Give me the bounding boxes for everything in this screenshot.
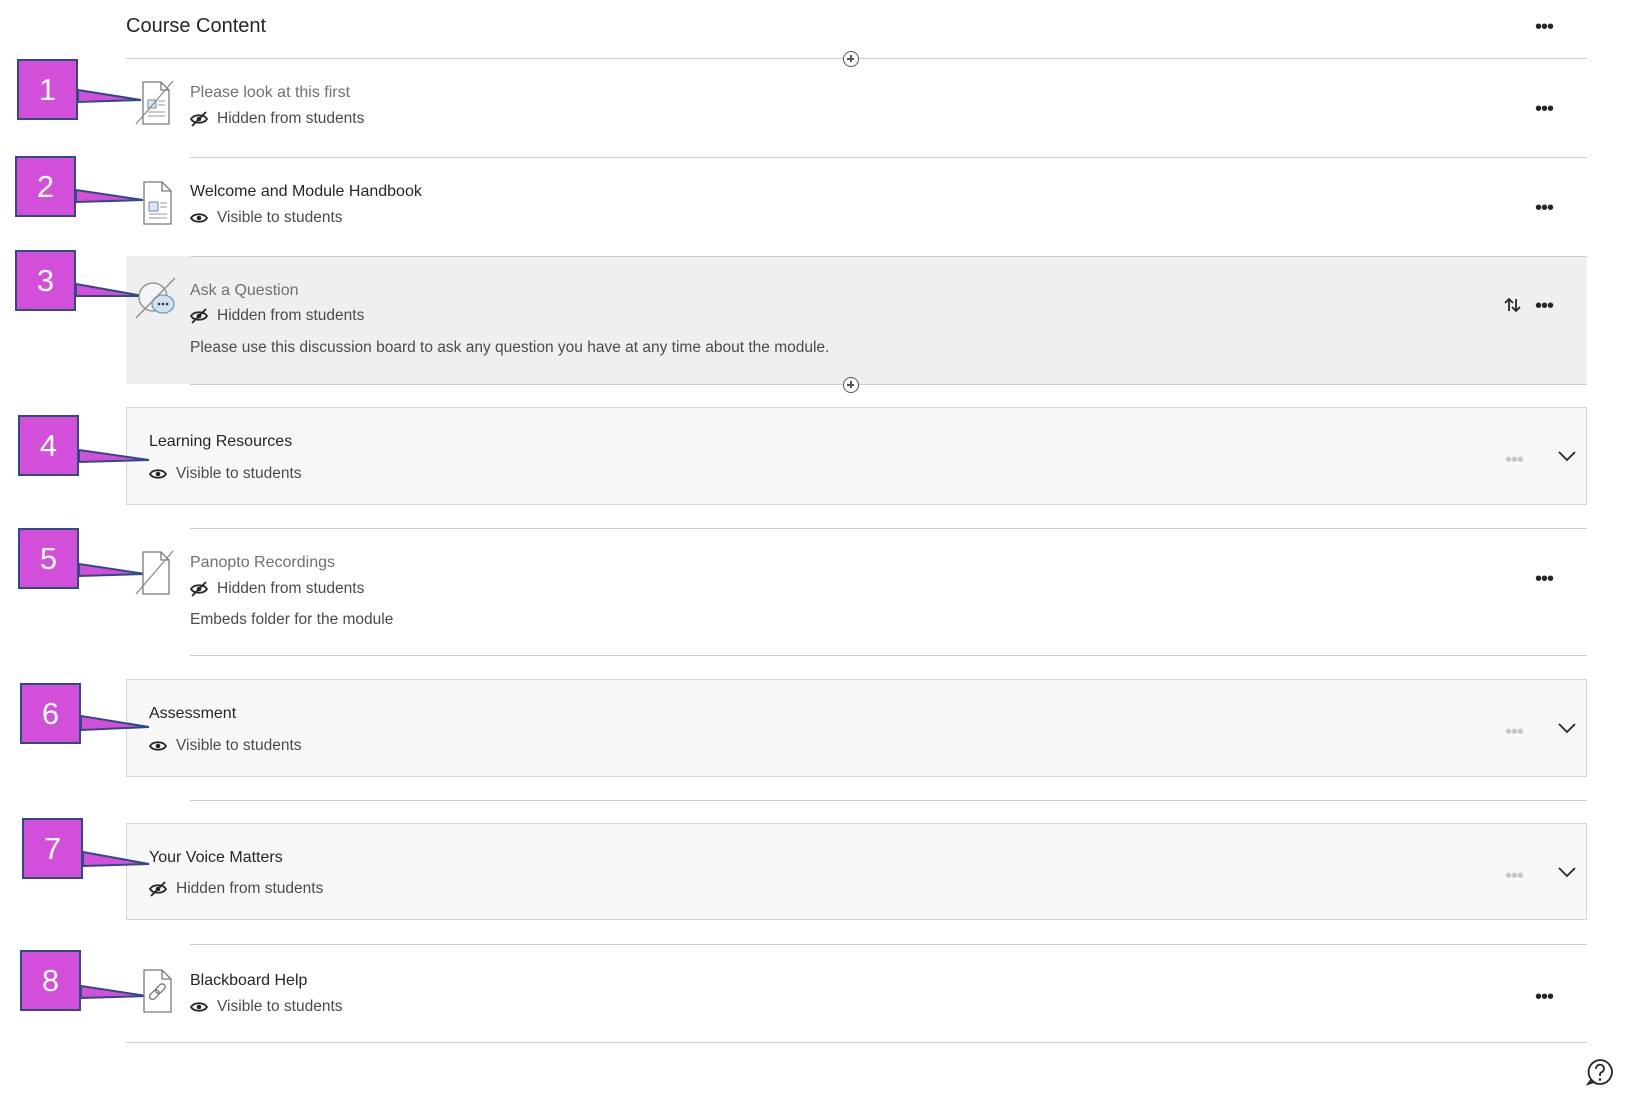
link-document-icon — [143, 969, 172, 1013]
callout-number: 8 — [41, 962, 60, 998]
divider — [190, 256, 1587, 257]
item-title[interactable]: Assessment — [149, 705, 236, 723]
callout-number: 4 — [39, 427, 58, 463]
callout-pointer — [81, 714, 150, 732]
hidden-blank-document-icon — [135, 550, 174, 595]
callout-number: 1 — [38, 71, 57, 107]
item-more-menu-icon[interactable]: ••• — [1535, 987, 1554, 1007]
callout-2: 2 — [15, 156, 76, 217]
item-description: Embeds folder for the module — [190, 611, 394, 628]
eye-icon — [190, 213, 208, 223]
add-content-icon[interactable] — [843, 377, 859, 393]
eye-icon — [190, 1002, 208, 1012]
status-label: Visible to students — [176, 465, 302, 482]
visibility-status[interactable]: Hidden from students — [149, 880, 323, 898]
divider — [126, 1042, 1587, 1043]
callout-6: 6 — [20, 683, 81, 744]
eye-hidden-icon — [149, 881, 167, 897]
page-title: Course Content — [126, 15, 267, 37]
callout-pointer — [76, 188, 144, 204]
folder-assessment[interactable] — [126, 679, 1587, 777]
visibility-status[interactable]: Visible to students — [149, 465, 302, 483]
item-title[interactable]: Ask a Question — [190, 282, 299, 300]
divider — [190, 384, 1587, 385]
callout-1: 1 — [17, 59, 78, 120]
callout-pointer — [79, 448, 150, 464]
callout-number: 7 — [43, 830, 62, 866]
eye-icon — [149, 469, 167, 479]
callout-number: 5 — [39, 540, 58, 576]
item-title[interactable]: Welcome and Module Handbook — [190, 183, 422, 201]
status-label: Hidden from students — [217, 307, 365, 324]
reorder-icon[interactable] — [1504, 296, 1522, 314]
divider — [190, 655, 1587, 656]
visibility-status[interactable]: Hidden from students — [190, 307, 364, 325]
item-title[interactable]: Your Voice Matters — [149, 849, 283, 867]
status-label: Hidden from students — [217, 110, 365, 127]
item-more-menu-icon[interactable]: ••• — [1535, 569, 1554, 589]
eye-hidden-icon — [190, 308, 208, 324]
item-more-menu-icon[interactable]: ••• — [1535, 99, 1554, 119]
visibility-status[interactable]: Visible to students — [190, 209, 343, 227]
add-content-icon[interactable] — [843, 51, 859, 67]
divider — [190, 800, 1587, 801]
item-description: Please use this discussion board to ask … — [190, 339, 830, 356]
chevron-down-icon[interactable] — [1557, 449, 1577, 463]
course-content-more-menu-icon[interactable]: ••• — [1535, 17, 1554, 37]
callout-number: 6 — [41, 695, 60, 731]
chevron-down-icon[interactable] — [1557, 721, 1577, 735]
callout-number: 2 — [36, 168, 55, 204]
callout-5: 5 — [18, 528, 79, 589]
divider — [190, 528, 1587, 529]
folder-more-menu-icon[interactable]: ••• — [1505, 866, 1524, 886]
hidden-discussion-icon — [135, 277, 176, 319]
document-icon — [143, 181, 172, 225]
item-more-menu-icon[interactable]: ••• — [1535, 296, 1554, 316]
status-label: Hidden from students — [176, 880, 324, 897]
divider — [190, 157, 1587, 158]
callout-7: 7 — [22, 818, 83, 879]
callout-number: 3 — [36, 262, 55, 298]
item-title[interactable]: Please look at this first — [190, 84, 350, 102]
hidden-document-icon — [135, 80, 174, 125]
status-label: Hidden from students — [217, 580, 365, 597]
callout-4: 4 — [18, 415, 79, 476]
divider — [190, 944, 1587, 945]
folder-more-menu-icon[interactable]: ••• — [1505, 722, 1524, 742]
status-label: Visible to students — [176, 737, 302, 754]
help-icon[interactable] — [1586, 1058, 1614, 1086]
callout-8: 8 — [20, 950, 81, 1011]
folder-learning-resources[interactable] — [126, 407, 1587, 505]
callout-pointer — [78, 88, 142, 104]
visibility-status[interactable]: Visible to students — [149, 737, 302, 755]
eye-icon — [149, 741, 167, 751]
item-title[interactable]: Blackboard Help — [190, 972, 307, 990]
visibility-status[interactable]: Hidden from students — [190, 110, 364, 128]
chevron-down-icon[interactable] — [1557, 865, 1577, 879]
item-title[interactable]: Panopto Recordings — [190, 554, 335, 572]
visibility-status[interactable]: Hidden from students — [190, 580, 364, 598]
visibility-status[interactable]: Visible to students — [190, 998, 343, 1016]
item-title[interactable]: Learning Resources — [149, 433, 292, 451]
status-label: Visible to students — [217, 209, 343, 226]
callout-pointer — [83, 850, 150, 868]
status-label: Visible to students — [217, 998, 343, 1015]
item-more-menu-icon[interactable]: ••• — [1535, 198, 1554, 218]
eye-hidden-icon — [190, 111, 208, 127]
callout-pointer — [76, 282, 144, 297]
folder-more-menu-icon[interactable]: ••• — [1505, 450, 1524, 470]
folder-your-voice-matters[interactable] — [126, 823, 1587, 920]
callout-3: 3 — [15, 250, 76, 311]
eye-hidden-icon — [190, 581, 208, 597]
callout-pointer — [81, 984, 148, 1000]
